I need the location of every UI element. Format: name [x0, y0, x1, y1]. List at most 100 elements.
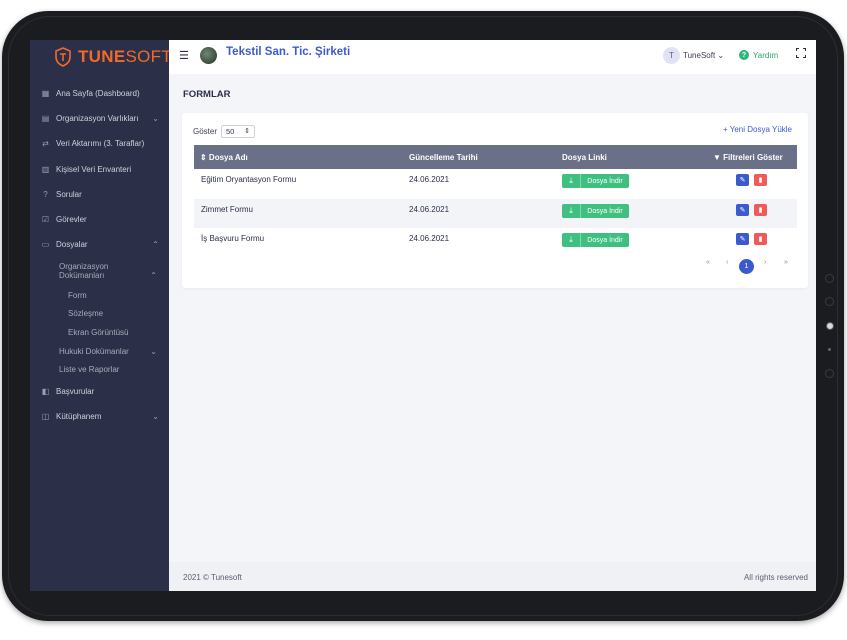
company-name[interactable]: Tekstil San. Tic. Şirketi — [226, 46, 350, 58]
sidebar-item-questions[interactable]: ? Sorular — [41, 186, 159, 202]
help-label: Yardım — [753, 50, 779, 60]
sidebar-item-label: Kütüphanem — [56, 411, 102, 421]
sidebar-item-label: Hukuki Dokümanlar — [59, 347, 129, 356]
download-button[interactable]: ⤓ Dosya İndir — [562, 204, 629, 218]
chevron-up-icon: ⌃ — [152, 239, 159, 249]
sidebar-item-label: Organizasyon — [59, 262, 109, 271]
edit-button[interactable]: ✎ — [736, 174, 749, 186]
camera-icon — [826, 322, 834, 330]
hamburger-icon[interactable]: ☰ — [179, 49, 189, 62]
fullscreen-icon[interactable] — [796, 48, 806, 58]
pagination-next[interactable]: › — [764, 259, 766, 266]
user-menu[interactable]: TuneSoft ⌄ — [683, 51, 724, 60]
sidebar-item-dashboard[interactable]: ▦ Ana Sayfa (Dashboard) — [41, 85, 159, 101]
updated-date: 24.06.2021 — [409, 234, 450, 243]
download-button[interactable]: ⤓ Dosya İndir — [562, 233, 629, 247]
sidebar-item-label: Başvurular — [56, 386, 95, 396]
sidebar-item-label: Dosyalar — [56, 239, 88, 249]
edit-button[interactable]: ✎ — [736, 233, 749, 245]
page-size-label: Göster — [193, 127, 218, 136]
table-icon: ▥ — [41, 164, 50, 174]
trash-icon: ▮ — [758, 177, 763, 184]
page-size-select[interactable]: 50 ⇕ — [221, 125, 255, 138]
library-icon: ◫ — [41, 411, 50, 421]
transfer-icon: ⇄ — [42, 138, 49, 148]
table-header: ⇕ Dosya Adı Güncelleme Tarihi Dosya Link… — [194, 145, 797, 169]
chevron-down-icon: ⌄ — [717, 51, 725, 60]
sidebar-item-label: Organizasyon Varlıkları — [56, 113, 139, 123]
delete-button[interactable]: ▮ — [754, 233, 767, 245]
sidebar-item-screenshot[interactable]: Ekran Görüntüsü — [68, 328, 128, 337]
file-name: Eğitim Oryantasyon Formu — [201, 175, 297, 184]
sidebar-item-label: Dokümanları — [59, 271, 105, 280]
app-screen: TUNESOFT ▦ Ana Sayfa (Dashboard) ▤ Organ… — [30, 40, 816, 591]
column-header-link: Dosya Linki — [562, 153, 607, 162]
pencil-icon: ✎ — [739, 236, 746, 243]
question-icon: ? — [43, 189, 48, 199]
folder-icon: ▭ — [41, 239, 50, 249]
pagination-last[interactable]: » — [784, 259, 788, 266]
sidebar: TUNESOFT ▦ Ana Sayfa (Dashboard) ▤ Organ… — [30, 40, 172, 591]
sidebar-item-files[interactable]: ▭ Dosyalar ⌃ — [41, 236, 159, 252]
dashboard-icon: ▦ — [41, 88, 50, 98]
column-header-file-name[interactable]: ⇕ Dosya Adı — [200, 153, 248, 162]
table-row: Zimmet Formu 24.06.2021 ⤓ Dosya İndir ✎ … — [194, 199, 797, 228]
sidebar-item-form[interactable]: Form — [68, 291, 87, 300]
trash-icon: ▮ — [758, 207, 763, 214]
sidebar-item-organization-assets[interactable]: ▤ Organizasyon Varlıkları ⌄ — [41, 110, 159, 126]
sidebar-item-tasks[interactable]: ☑ Görevler — [41, 211, 159, 227]
forms-card: Göster 50 ⇕ + Yeni Dosya Yükle ⇕ Dosya A… — [182, 113, 808, 288]
sidebar-item-label: Kişisel Veri Envanteri — [56, 164, 132, 174]
sidebar-item-label: Sorular — [56, 189, 82, 199]
user-avatar[interactable]: T — [663, 47, 680, 64]
sidebar-item-label: Veri Aktarımı (3. Taraflar) — [56, 138, 145, 148]
select-arrows-icon: ⇕ — [244, 128, 250, 135]
rights-text: All rights reserved — [743, 573, 808, 582]
company-avatar — [200, 47, 217, 64]
tablet-side-button — [825, 297, 834, 306]
brand-name: TUNESOFT — [78, 47, 173, 66]
page-size-value: 50 — [226, 127, 235, 136]
help-icon: ? — [739, 50, 749, 60]
footer: 2021 © Tunesoft All rights reserved — [169, 562, 816, 591]
sidebar-item-library[interactable]: ◫ Kütüphanem ⌄ — [41, 408, 159, 424]
show-filters-button[interactable]: ▼ Filtreleri Göster — [713, 153, 783, 162]
sidebar-item-applications[interactable]: ◧ Başvurular — [41, 383, 159, 399]
help-link[interactable]: ? Yardım — [739, 50, 778, 60]
user-name: TuneSoft — [683, 51, 716, 60]
pagination-page[interactable]: 1 — [739, 259, 754, 274]
pagination-prev[interactable]: ‹ — [726, 259, 728, 266]
download-icon: ⤓ — [562, 174, 581, 188]
delete-button[interactable]: ▮ — [754, 204, 767, 216]
table-row: Eğitim Oryantasyon Formu 24.06.2021 ⤓ Do… — [194, 169, 797, 198]
sidebar-item-legal-documents[interactable]: Hukuki Dokümanlar ⌄ — [59, 347, 157, 356]
page-title: FORMLAR — [183, 89, 231, 100]
delete-button[interactable]: ▮ — [754, 174, 767, 186]
sidebar-item-data-inventory[interactable]: ▥ Kişisel Veri Envanteri — [41, 161, 159, 177]
tablet-side-button — [825, 274, 834, 283]
file-name: İş Başvuru Formu — [201, 234, 265, 243]
pencil-icon: ✎ — [739, 177, 746, 184]
sensor-dot — [828, 348, 831, 351]
chevron-down-icon: ⌄ — [152, 411, 159, 421]
tablet-side-button — [825, 369, 834, 378]
sidebar-item-contract[interactable]: Sözleşme — [68, 309, 103, 318]
sidebar-item-lists-reports[interactable]: Liste ve Raporlar — [59, 365, 119, 374]
pagination-first[interactable]: « — [706, 259, 710, 266]
pencil-icon: ✎ — [739, 207, 746, 214]
upload-new-file-button[interactable]: + Yeni Dosya Yükle — [723, 125, 792, 134]
chevron-up-icon: ⌃ — [150, 271, 157, 280]
sidebar-item-data-transfer[interactable]: ⇄ Veri Aktarımı (3. Taraflar) — [41, 135, 159, 151]
download-label: Dosya İndir — [587, 236, 623, 244]
edit-button[interactable]: ✎ — [736, 204, 749, 216]
download-label: Dosya İndir — [587, 207, 623, 215]
brand-logo[interactable]: TUNESOFT — [54, 46, 172, 68]
filter-icon: ▼ — [713, 153, 721, 162]
updated-date: 24.06.2021 — [409, 205, 450, 214]
clipboard-icon: ☑ — [41, 214, 50, 224]
column-header-updated: Güncelleme Tarihi — [409, 153, 478, 162]
trash-icon: ▮ — [758, 236, 763, 243]
download-button[interactable]: ⤓ Dosya İndir — [562, 174, 629, 188]
show-filters-label: Filtreleri Göster — [723, 153, 783, 162]
sidebar-item-organization-documents[interactable]: Organizasyon Dokümanları ⌃ — [59, 262, 157, 280]
